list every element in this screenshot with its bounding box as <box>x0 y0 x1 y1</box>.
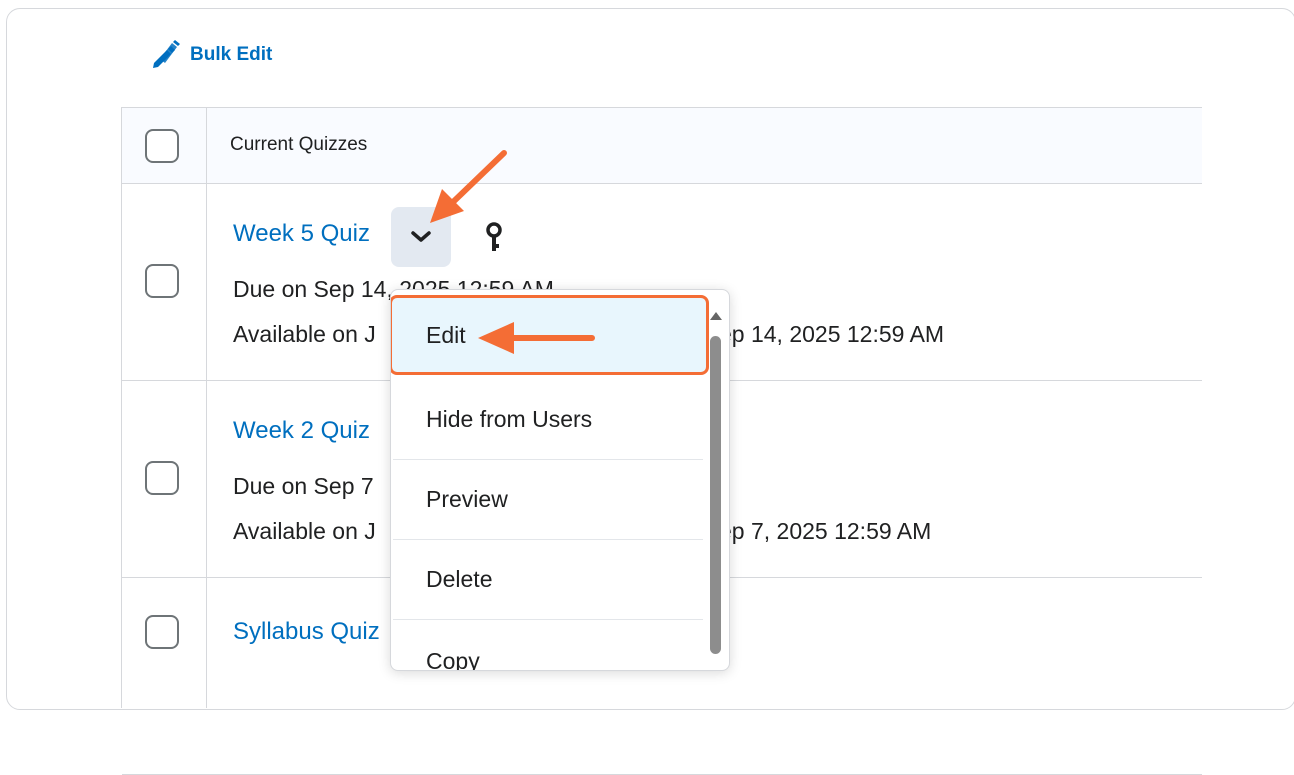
due-date-text: Due on Sep 7 <box>233 473 374 499</box>
row-checkbox[interactable] <box>145 461 179 495</box>
key-icon <box>486 222 502 251</box>
menu-item-edit[interactable]: Edit <box>391 295 709 375</box>
quiz-title-link[interactable]: Syllabus Quiz <box>233 618 380 646</box>
chevron-down-icon <box>411 231 431 242</box>
scroll-thumb[interactable] <box>710 336 721 654</box>
column-header-current-quizzes: Current Quizzes <box>230 134 368 155</box>
availability-text: Available on J <box>233 518 376 544</box>
availability-end-text: ep 14, 2025 12:59 AM <box>719 321 945 347</box>
menu-item-preview[interactable]: Preview <box>393 460 703 540</box>
context-menu-button[interactable] <box>391 207 451 267</box>
row-checkbox[interactable] <box>145 615 179 649</box>
menu-item-hide-from-users[interactable]: Hide from Users <box>393 380 703 460</box>
column-divider <box>206 108 207 708</box>
menu-item-delete[interactable]: Delete <box>393 540 703 620</box>
pencils-icon <box>153 40 180 68</box>
quiz-title-link[interactable]: Week 2 Quiz <box>233 417 370 445</box>
availability-end-text: ep 7, 2025 12:59 AM <box>719 518 932 544</box>
menu-scrollbar[interactable] <box>707 298 723 668</box>
availability-text: Available on J <box>233 321 376 347</box>
select-all-checkbox[interactable] <box>145 129 179 163</box>
table-header: Current Quizzes <box>122 108 1202 184</box>
bulk-edit-label: Bulk Edit <box>190 44 273 65</box>
row-checkbox[interactable] <box>145 264 179 298</box>
context-menu: Edit Hide from Users Preview Delete Copy <box>390 289 730 671</box>
menu-item-copy[interactable]: Copy <box>393 620 703 670</box>
bulk-edit-button[interactable]: Bulk Edit <box>150 40 272 70</box>
scroll-up-arrow-icon[interactable] <box>710 312 722 320</box>
quiz-title-link[interactable]: Week 5 Quiz <box>233 220 370 248</box>
